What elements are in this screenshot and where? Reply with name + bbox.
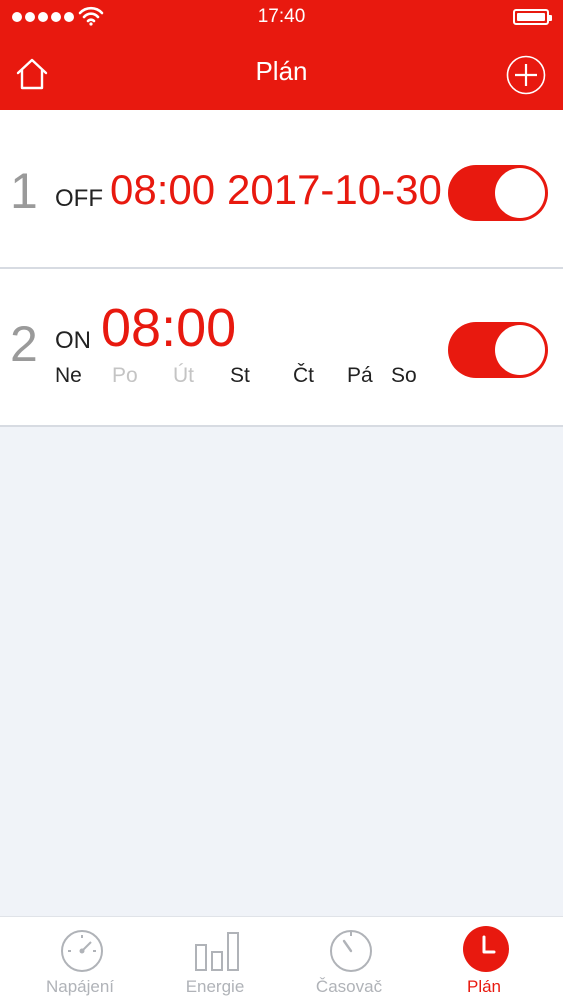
- plus-circle-icon: [506, 55, 546, 95]
- add-schedule-button[interactable]: [506, 55, 546, 95]
- tab-label: Napájení: [45, 977, 115, 996]
- schedule-index: 1: [10, 163, 38, 219]
- status-time: 17:40: [257, 6, 306, 27]
- tab-label: Energie: [185, 977, 245, 996]
- schedule-state: ON: [55, 327, 91, 354]
- page-title: Plán: [255, 56, 308, 86]
- schedule-date: 2017-10-30: [227, 166, 442, 213]
- schedule-row-2[interactable]: 2 ON 08:00 Ne Po Út St Čt Pá So: [0, 269, 563, 427]
- toggle-knob: [495, 325, 545, 375]
- tab-energie[interactable]: Energie: [145, 917, 285, 1001]
- tab-bar: Napájení Energie Časovač Plán: [0, 916, 563, 1001]
- app-header: 17:40 Plán: [0, 0, 563, 110]
- schedule-2-toggle[interactable]: [448, 322, 548, 378]
- status-bar: 17:40: [0, 0, 563, 36]
- tab-casovac[interactable]: Časovač: [279, 917, 419, 1001]
- toggle-knob: [495, 168, 545, 218]
- weekday-friday: Pá: [347, 364, 373, 387]
- schedule-row-1[interactable]: 1 OFF 08:00 2017-10-30: [0, 110, 563, 269]
- schedule-index: 2: [10, 316, 38, 372]
- weekday-wednesday: St: [230, 364, 250, 387]
- schedule-time: 08:00: [110, 166, 216, 213]
- tab-label: Plán: [466, 977, 502, 996]
- clock-icon: [463, 926, 509, 972]
- gauge-icon: [61, 930, 103, 972]
- weekday-monday: Po: [112, 364, 138, 387]
- bar-chart-icon: [195, 932, 239, 971]
- weekday-tuesday: Út: [173, 364, 194, 387]
- timer-icon: [330, 930, 372, 972]
- schedule-state: OFF: [55, 185, 103, 212]
- tab-napajeni[interactable]: Napájení: [10, 917, 150, 1001]
- battery-icon: [513, 9, 552, 25]
- schedule-1-toggle[interactable]: [448, 165, 548, 221]
- schedule-time: 08:00: [101, 298, 237, 358]
- tab-plan[interactable]: Plán: [414, 917, 554, 1001]
- tab-label: Časovač: [315, 977, 383, 996]
- weekday-thursday: Čt: [293, 364, 314, 387]
- weekday-sunday: Ne: [55, 364, 82, 387]
- weekday-saturday: So: [391, 364, 417, 387]
